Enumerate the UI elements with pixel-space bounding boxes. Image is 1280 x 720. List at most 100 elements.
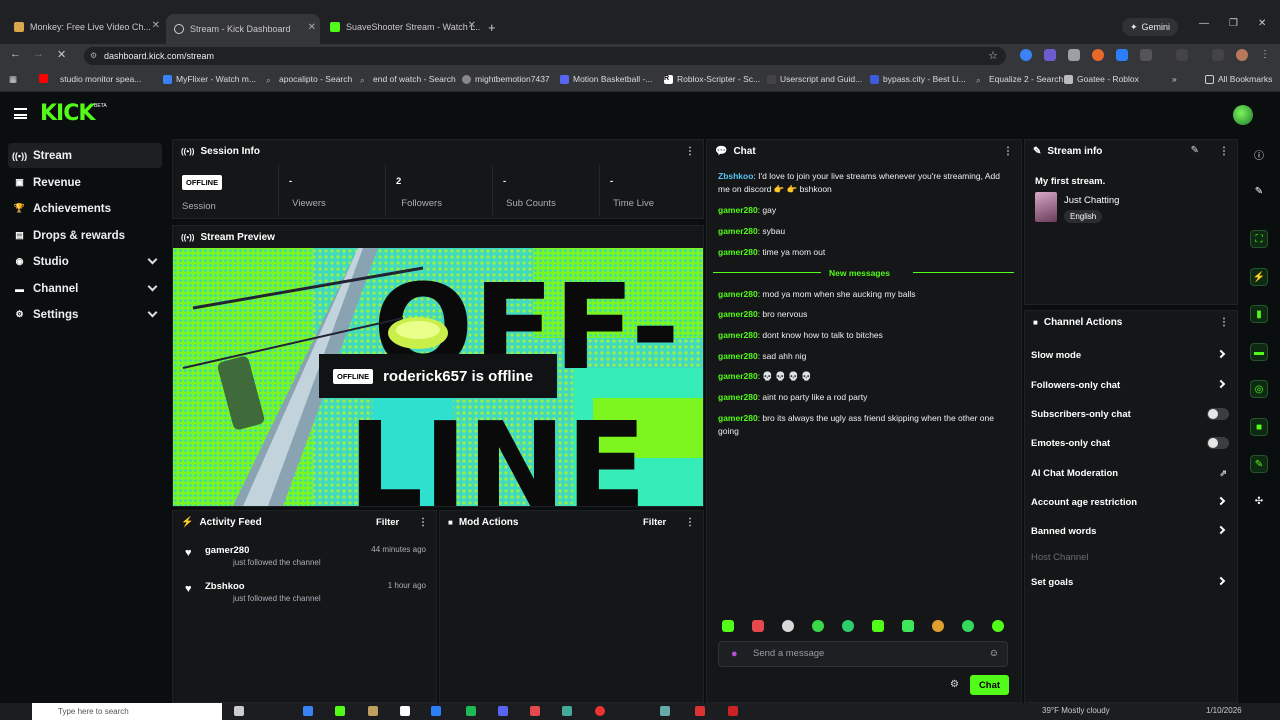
maximize-icon[interactable]: ❐ [1229, 18, 1238, 29]
sidebar-item-revenue[interactable]: ▣ Revenue [8, 170, 162, 195]
pencil-icon[interactable]: ✎ [1250, 182, 1268, 200]
edit-icon[interactable]: ✎ [1191, 145, 1199, 156]
more-options-icon[interactable]: ⋮ [685, 146, 695, 157]
activity-filter-button[interactable]: Filter [376, 517, 399, 528]
site-info-icon[interactable]: ⚙ [90, 47, 97, 65]
sidebar-item-drops[interactable]: ▤ Drops & rewards [8, 223, 162, 248]
sidebar-item-achievements[interactable]: 🏆 Achievements [8, 196, 162, 221]
new-tab-button[interactable]: + [488, 17, 500, 37]
shield-icon[interactable]: ■ [1250, 418, 1268, 436]
emote-icon[interactable] [992, 620, 1004, 632]
forward-icon[interactable]: → [33, 48, 44, 60]
extension-icon[interactable] [1092, 49, 1104, 61]
bookmark-item[interactable]: Goatee - Roblox [1064, 74, 1139, 84]
obs-icon[interactable] [595, 706, 605, 716]
discord-icon[interactable] [498, 706, 508, 716]
action-account-age-restriction[interactable]: Account age restriction [1031, 496, 1229, 508]
lightning-icon[interactable]: ⚡ [1250, 268, 1268, 286]
user-avatar[interactable] [1233, 105, 1253, 125]
chat-settings-icon[interactable]: ⚙ [950, 679, 959, 690]
downloads-icon[interactable] [1212, 49, 1224, 61]
kick-logo[interactable]: KICK [40, 101, 95, 126]
sidebar-item-channel[interactable]: ▬ Channel [8, 276, 162, 301]
bookmark-item[interactable]: Motion Basketball -... [560, 74, 652, 84]
bookmark-item[interactable]: studio monitor spea... [60, 74, 141, 84]
chat-icon[interactable]: ▬ [1250, 343, 1268, 361]
close-tab-icon[interactable]: ✕ [152, 20, 160, 31]
more-options-icon[interactable]: ⋮ [1219, 317, 1229, 328]
back-icon[interactable]: ← [10, 48, 21, 60]
bookmark-item[interactable]: R Roblox-Scripter - Sc... [664, 74, 760, 84]
emote-icon[interactable] [782, 620, 794, 632]
bookmark-star-icon[interactable]: ☆ [988, 47, 998, 65]
extension-icon[interactable] [1020, 49, 1032, 61]
sidebar-item-settings[interactable]: ⚙ Settings [8, 302, 162, 327]
more-options-icon[interactable]: ⋮ [685, 517, 695, 528]
gemini-button[interactable]: ✦ Gemini [1122, 18, 1179, 36]
bookmark-item[interactable]: ⌕ end of watch - Search [360, 74, 456, 85]
subscribers-only-toggle[interactable] [1207, 408, 1229, 420]
bookmark-item[interactable]: MyFlixer - Watch m... [163, 74, 256, 84]
chat-message-input[interactable]: ● Send a message ☺ [718, 641, 1008, 667]
extensions-puzzle-icon[interactable] [1140, 49, 1152, 61]
bookmark-item[interactable]: ⌕ Equalize 2 - Search [976, 74, 1063, 85]
more-options-icon[interactable]: ⋮ [1219, 146, 1229, 157]
extension-icon[interactable] [1044, 49, 1056, 61]
bookmark-item[interactable]: ⌕ apocalipto - Search [266, 74, 352, 85]
browser-tab[interactable]: SuaveShooter Stream - Watch L... ✕ [330, 17, 480, 37]
close-tab-icon[interactable]: ✕ [468, 20, 476, 31]
emote-icon[interactable] [752, 620, 764, 632]
all-bookmarks[interactable]: All Bookmarks [1205, 74, 1272, 84]
taskbar-app-icon[interactable] [660, 706, 670, 716]
emote-icon[interactable] [872, 620, 884, 632]
bookmark-item[interactable]: Userscript and Guid... [767, 74, 862, 84]
url-input[interactable]: ⚙ dashboard.kick.com/stream ☆ [84, 47, 1006, 65]
emote-icon[interactable] [902, 620, 914, 632]
browser-tab[interactable]: Monkey: Free Live Video Ch... ✕ [14, 17, 164, 37]
stop-loading-icon[interactable]: ✕ [57, 48, 66, 61]
minimize-icon[interactable]: — [1199, 18, 1209, 29]
emote-icon[interactable] [962, 620, 974, 632]
browser-menu-icon[interactable]: ⋮ [1260, 49, 1272, 61]
bookmark-item[interactable] [39, 74, 48, 83]
wrench-icon[interactable]: ✎ [1250, 455, 1268, 473]
emote-icon[interactable] [932, 620, 944, 632]
chrome-icon[interactable] [562, 706, 572, 716]
browser-tab-active[interactable]: Stream - Kick Dashboard ✕ [166, 14, 320, 44]
extension-icon[interactable] [1116, 49, 1128, 61]
bookmark-item[interactable]: bypass.city - Best Li... [870, 74, 966, 84]
taskbar-app-icon[interactable] [400, 706, 410, 716]
bookmark-item[interactable]: mightbemotion7437 [462, 74, 550, 84]
extension-icon[interactable] [1068, 49, 1080, 61]
task-view-icon[interactable] [234, 706, 244, 716]
info-icon[interactable]: ⓘ [1250, 145, 1268, 163]
profile-avatar-icon[interactable] [1236, 49, 1248, 61]
taskbar-app-icon[interactable] [695, 706, 705, 716]
clock-date[interactable]: 1/10/2026 [1206, 706, 1242, 715]
taskbar-app-icon[interactable] [303, 706, 313, 716]
apps-grid-icon[interactable]: ▦ [9, 74, 17, 85]
close-window-icon[interactable]: ✕ [1258, 18, 1266, 29]
menu-icon[interactable] [14, 108, 27, 119]
more-options-icon[interactable]: ⋮ [1003, 146, 1013, 157]
action-set-goals[interactable]: Set goals [1031, 576, 1229, 588]
expand-icon[interactable]: ⛶ [1250, 230, 1268, 248]
sidebar-item-stream[interactable]: ((•)) Stream [8, 143, 162, 168]
action-banned-words[interactable]: Banned words [1031, 525, 1229, 537]
mod-filter-button[interactable]: Filter [643, 517, 666, 528]
emote-icon[interactable] [722, 620, 734, 632]
taskbar-app-icon[interactable] [335, 706, 345, 716]
taskbar-app-icon[interactable] [728, 706, 738, 716]
microphone-icon[interactable]: ● [731, 642, 738, 666]
send-chat-button[interactable]: Chat [970, 675, 1009, 695]
more-options-icon[interactable]: ⋮ [418, 517, 428, 528]
more-bookmarks-icon[interactable]: » [1172, 74, 1177, 84]
apps-icon[interactable]: ✣ [1250, 492, 1268, 510]
taskbar-app-icon[interactable] [368, 706, 378, 716]
taskbar-app-icon[interactable] [431, 706, 441, 716]
action-followers-only-chat[interactable]: Followers-only chat [1031, 379, 1229, 391]
category-name[interactable]: Just Chatting [1064, 195, 1119, 206]
tab-search-icon[interactable] [1176, 49, 1188, 61]
emoji-icon[interactable]: ☺ [989, 642, 999, 666]
emote-icon[interactable] [812, 620, 824, 632]
